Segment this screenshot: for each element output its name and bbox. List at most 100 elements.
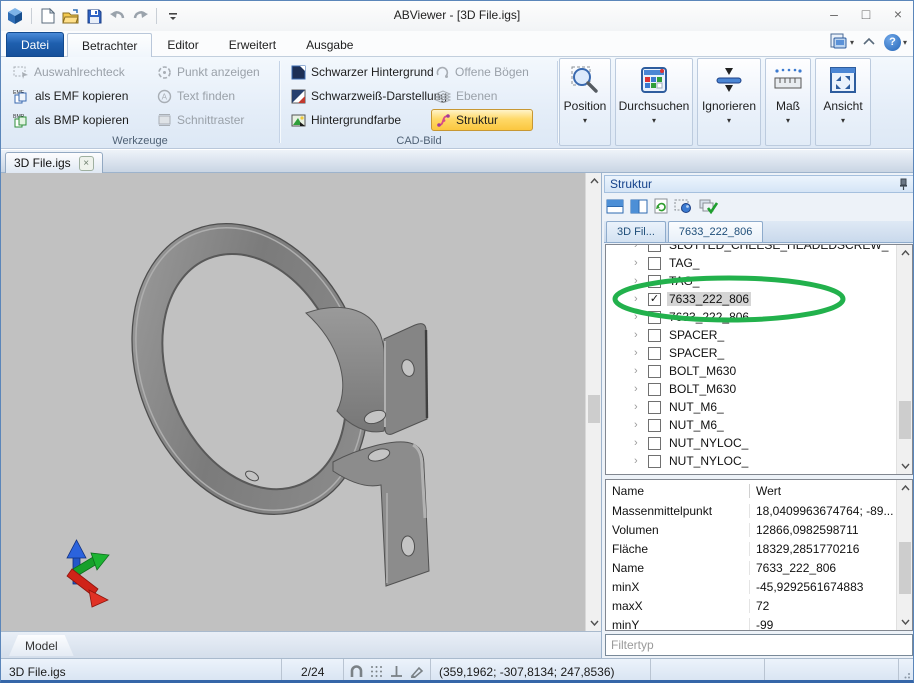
expand-chevron-icon[interactable]: › xyxy=(634,383,642,395)
scroll-down-arrow[interactable] xyxy=(897,458,913,474)
tree-checkbox[interactable] xyxy=(648,419,661,432)
tab-editor[interactable]: Editor xyxy=(152,33,213,57)
tree-checkbox[interactable] xyxy=(648,257,661,270)
tree-row[interactable]: ›SPACER_ xyxy=(606,344,896,362)
drawing-canvas[interactable] xyxy=(1,173,585,631)
tree-checkbox[interactable] xyxy=(648,401,661,414)
snap-magnet-icon[interactable] xyxy=(350,665,363,678)
expand-chevron-icon[interactable]: › xyxy=(634,329,642,341)
tree-row[interactable]: ›NUT_M6_ xyxy=(606,398,896,416)
tab-betrachter[interactable]: Betrachter xyxy=(67,33,152,57)
button-mass[interactable]: Maß ▾ xyxy=(765,58,811,146)
scroll-up-arrow[interactable] xyxy=(897,480,913,496)
scroll-up-arrow[interactable] xyxy=(897,245,913,261)
tree-row[interactable]: ›NUT_NYLOC_ xyxy=(606,452,896,470)
tree-vertical-scrollbar[interactable] xyxy=(896,245,912,474)
button-schnittraster[interactable]: Schnittraster xyxy=(153,109,264,131)
property-row[interactable]: Volumen12866,0982598711 xyxy=(606,520,912,539)
scrollbar-thumb[interactable] xyxy=(588,395,600,423)
apply-check-icon[interactable] xyxy=(699,198,718,214)
tab-erweitert[interactable]: Erweitert xyxy=(214,33,291,57)
tree-checkbox[interactable] xyxy=(648,383,661,396)
minimize-button[interactable]: – xyxy=(825,5,843,23)
screen-layout-icon[interactable]: ▾ xyxy=(828,33,854,51)
open-file-icon[interactable] xyxy=(61,6,81,26)
expand-chevron-icon[interactable]: › xyxy=(634,401,642,413)
button-punkt-anzeigen[interactable]: Punkt anzeigen xyxy=(153,61,264,83)
resize-grip[interactable] xyxy=(899,659,913,683)
scroll-up-arrow[interactable] xyxy=(586,173,602,189)
expand-chevron-icon[interactable]: › xyxy=(634,455,642,467)
button-als-emf-kopieren[interactable]: EMF als EMF kopieren xyxy=(9,85,133,107)
tree-row-selected[interactable]: ›✓7633_222_806 xyxy=(606,290,896,308)
tree-checkbox[interactable] xyxy=(648,275,661,288)
expand-chevron-icon[interactable]: › xyxy=(634,275,642,287)
tree-checkbox[interactable] xyxy=(648,455,661,468)
expand-chevron-icon[interactable]: › xyxy=(634,419,642,431)
button-schwarzweiss-darstellung[interactable]: Schwarzweiß-Darstellung xyxy=(287,85,451,107)
button-struktur[interactable]: Struktur xyxy=(431,109,533,131)
expand-chevron-icon[interactable]: › xyxy=(634,437,642,449)
tree-checkbox[interactable] xyxy=(648,311,661,324)
app-logo-icon[interactable] xyxy=(5,6,25,26)
tab-model[interactable]: Model xyxy=(9,635,74,656)
customize-toolbar-icon[interactable] xyxy=(163,6,183,26)
expand-chevron-icon[interactable]: › xyxy=(634,365,642,377)
property-row[interactable]: minX-45,9292561674883 xyxy=(606,577,912,596)
tree-row[interactable]: ›NUT_NYLOC_ xyxy=(606,434,896,452)
button-position[interactable]: Position ▾ xyxy=(559,58,611,146)
property-row[interactable]: minY-99 xyxy=(606,615,912,631)
ortho-perpendicular-icon[interactable] xyxy=(390,665,403,678)
pin-icon[interactable] xyxy=(899,178,908,190)
tree-row[interactable]: ›7633_222_806 xyxy=(606,308,896,326)
button-ansicht[interactable]: Ansicht ▾ xyxy=(815,58,871,146)
split-vertical-icon[interactable] xyxy=(630,199,648,214)
panel-tab-file[interactable]: 3D Fil... xyxy=(606,221,666,242)
tree-checkbox[interactable] xyxy=(648,437,661,450)
tree-checkbox[interactable] xyxy=(648,244,661,252)
button-schwarzer-hintergrund[interactable]: Schwarzer Hintergrund xyxy=(287,61,451,83)
expand-chevron-icon[interactable]: › xyxy=(634,293,642,305)
file-menu-button[interactable]: Datei xyxy=(6,32,64,57)
help-button[interactable]: ? ▾ xyxy=(884,34,907,51)
maximize-button[interactable]: □ xyxy=(857,5,875,23)
properties-vertical-scrollbar[interactable] xyxy=(896,480,912,630)
save-file-icon[interactable] xyxy=(84,6,104,26)
split-horizontal-icon[interactable] xyxy=(606,199,624,214)
show-selection-icon[interactable] xyxy=(674,199,693,214)
property-row[interactable]: Fläche18329,2851770216 xyxy=(606,539,912,558)
expand-chevron-icon[interactable]: › xyxy=(634,347,642,359)
tree-checkbox[interactable] xyxy=(648,347,661,360)
close-button[interactable]: × xyxy=(889,5,907,23)
panel-tab-part[interactable]: 7633_222_806 xyxy=(668,221,763,242)
tab-ausgabe[interactable]: Ausgabe xyxy=(291,33,368,57)
button-text-finden[interactable]: A Text finden xyxy=(153,85,264,107)
scroll-down-arrow[interactable] xyxy=(586,615,602,631)
button-als-bmp-kopieren[interactable]: BMP als BMP kopieren xyxy=(9,109,133,131)
button-durchsuchen[interactable]: Durchsuchen ▾ xyxy=(615,58,693,146)
button-ignorieren[interactable]: Ignorieren ▾ xyxy=(697,58,761,146)
button-hintergrundfarbe[interactable]: Hintergrundfarbe xyxy=(287,109,451,131)
tree-row[interactable]: ›TAG_ xyxy=(606,272,896,290)
scrollbar-thumb[interactable] xyxy=(899,542,911,594)
scroll-down-arrow[interactable] xyxy=(897,614,913,630)
button-offene-boegen[interactable]: Offene Bögen xyxy=(431,61,533,83)
expand-chevron-icon[interactable]: › xyxy=(634,311,642,323)
scrollbar-thumb[interactable] xyxy=(899,401,911,439)
property-row[interactable]: Name7633_222_806 xyxy=(606,558,912,577)
tree-row[interactable]: ›SLOTTED_CHEESE_HEADEDSCREW_ xyxy=(606,244,896,254)
minimize-ribbon-icon[interactable] xyxy=(862,36,876,48)
expand-chevron-icon[interactable]: › xyxy=(634,244,642,251)
new-document-icon[interactable] xyxy=(38,6,58,26)
tree-checkbox-checked[interactable]: ✓ xyxy=(648,293,661,306)
expand-chevron-icon[interactable]: › xyxy=(634,257,642,269)
property-row[interactable]: Massenmittelpunkt18,0409963674764; -89..… xyxy=(606,501,912,520)
tree-checkbox[interactable] xyxy=(648,329,661,342)
redo-icon[interactable] xyxy=(130,6,150,26)
draw-pen-icon[interactable] xyxy=(410,665,424,678)
document-close-icon[interactable]: × xyxy=(79,156,94,171)
filter-input[interactable] xyxy=(605,634,913,656)
refresh-icon[interactable] xyxy=(654,198,668,214)
document-tab[interactable]: 3D File.igs × xyxy=(5,152,103,173)
grid-dots-icon[interactable] xyxy=(370,665,383,678)
